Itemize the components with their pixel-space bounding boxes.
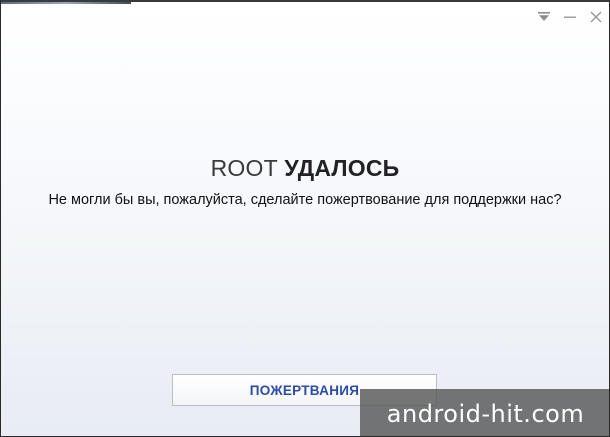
- app-window: ROOT УДАЛОСЬ Не могли бы вы, пожалуйста,…: [0, 0, 610, 437]
- minimize-icon[interactable]: [561, 8, 579, 26]
- watermark-text: android-hit.com: [386, 400, 585, 428]
- donation-message: Не могли бы вы, пожалуйста, сделайте пож…: [48, 192, 562, 208]
- dropdown-triangle-icon[interactable]: [535, 8, 553, 26]
- window-top-strip: [1, 2, 131, 4]
- watermark: android-hit.com: [360, 389, 609, 436]
- close-icon[interactable]: [587, 8, 605, 26]
- page-title: ROOT УДАЛОСЬ: [1, 155, 609, 182]
- donate-button-label: ПОЖЕРТВАНИЯ: [249, 382, 360, 398]
- title-success: УДАЛОСЬ: [284, 155, 400, 181]
- window-controls: [535, 8, 605, 26]
- title-root: ROOT: [210, 155, 278, 181]
